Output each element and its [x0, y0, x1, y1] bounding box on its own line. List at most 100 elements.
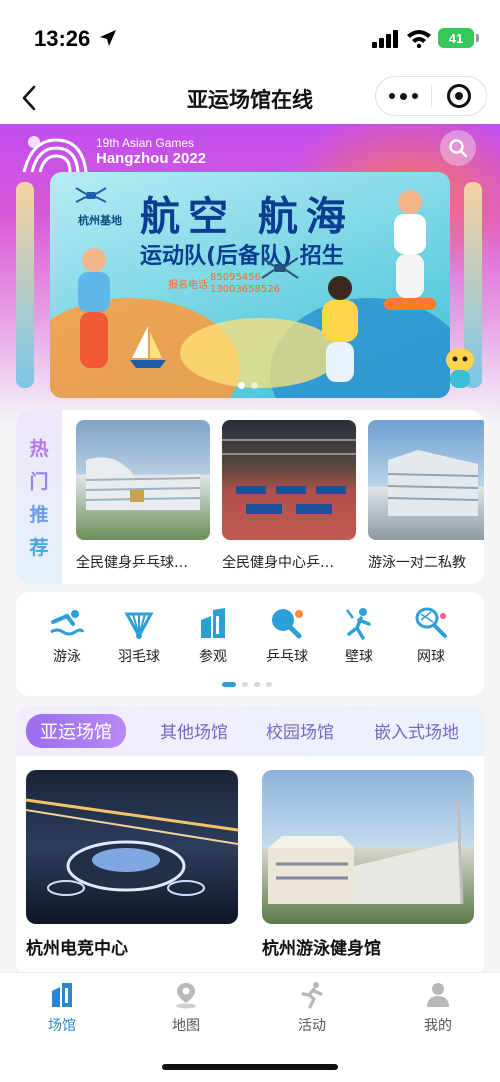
hot-recommend-tag: 热 门 推 荐	[16, 410, 62, 584]
category-pingpong[interactable]: 乒乓球	[256, 606, 318, 666]
hot-item-image	[76, 420, 210, 540]
building-icon	[201, 608, 225, 638]
category-label: 羽毛球	[118, 649, 160, 665]
venue-image	[26, 770, 238, 924]
signal-icon	[372, 30, 398, 48]
banner-pagination	[238, 382, 258, 389]
banner-title: 航空 航海	[140, 194, 354, 240]
tab-profile[interactable]: 我的	[388, 981, 488, 1035]
promo-banner[interactable]: 杭州基地 航空 航海 运动队(后备队) 招生 报名电话 85095456 130…	[50, 172, 450, 398]
status-time: 13:26	[34, 26, 91, 51]
tab-embedded-venues[interactable]: 嵌入式场地	[374, 718, 459, 743]
page-dot	[254, 682, 260, 687]
battery-cap	[476, 34, 479, 42]
dot	[412, 93, 418, 99]
category-visit[interactable]: 参观	[182, 606, 244, 666]
hot-item-card[interactable]: 全民健身中心乒…	[222, 420, 356, 572]
wifi-icon	[407, 30, 431, 48]
category-label: 游泳	[53, 649, 81, 665]
tab-asian-games-venues[interactable]: 亚运场馆	[26, 714, 126, 748]
mascot-icon	[446, 348, 474, 388]
nav-bar: 亚运场馆在线	[0, 72, 500, 124]
venue-card[interactable]: 杭州游泳健身馆	[262, 770, 474, 959]
logo-text-line1: 19th Asian Games	[96, 136, 195, 150]
running-person-icon	[301, 982, 323, 1009]
close-target-button[interactable]	[432, 77, 486, 115]
hot-item-image	[368, 420, 484, 540]
swim-icon	[50, 610, 85, 636]
hot-item-name: 游泳一对二私教	[368, 555, 466, 571]
hot-tag-char: 热	[29, 438, 49, 460]
venue-building-icon	[52, 983, 72, 1007]
tab-activities[interactable]: 活动	[262, 981, 362, 1035]
category-swim[interactable]: 游泳	[36, 606, 98, 666]
location-arrow-icon	[100, 30, 116, 46]
tab-campus-venues[interactable]: 校园场馆	[266, 718, 334, 743]
tab-map[interactable]: 地图	[136, 981, 236, 1035]
hot-tag-char: 荐	[29, 537, 49, 559]
sailboat-icon	[130, 326, 166, 368]
category-squash[interactable]: 壁球	[328, 606, 390, 666]
category-tennis[interactable]: 网球	[400, 606, 462, 666]
mini-program-capsule	[375, 76, 487, 116]
hot-tag-char: 推	[29, 504, 49, 526]
person-illustration-icon	[322, 276, 358, 382]
esports-center-photo	[26, 798, 238, 896]
page-dot	[242, 682, 248, 687]
tab-other-venues[interactable]: 其他场馆	[160, 718, 228, 743]
hot-item-card[interactable]: 全民健身乒乓球…	[76, 420, 210, 572]
venue-card[interactable]: 杭州电竞中心	[26, 770, 238, 959]
squash-icon	[346, 608, 371, 640]
target-icon	[446, 84, 471, 108]
carousel-prev-card[interactable]	[16, 182, 34, 388]
category-label: 网球	[417, 649, 445, 665]
search-button[interactable]	[440, 130, 476, 166]
page-dot	[238, 382, 245, 389]
person-illustration-icon	[78, 248, 110, 368]
category-badminton[interactable]: 羽毛球	[108, 606, 170, 666]
venue-tab-bar: 亚运场馆 其他场馆 校园场馆 嵌入式场地	[16, 706, 484, 756]
hot-item-image	[222, 420, 356, 540]
hot-item-name: 全民健身乒乓球…	[76, 555, 188, 571]
tab-label: 场馆	[48, 1018, 76, 1034]
venue-name: 杭州游泳健身馆	[262, 939, 381, 959]
banner-subtitle: 运动队(后备队) 招生	[140, 244, 344, 269]
page-dot	[251, 382, 258, 389]
category-pagination	[222, 682, 272, 687]
category-label: 乒乓球	[266, 649, 308, 665]
hot-recommend-section: 热 门 推 荐 全民健身乒乓球… 全民健身中心乒… 游泳一对二私教	[16, 410, 484, 584]
hot-tag-char: 门	[29, 471, 49, 493]
hero-section: 19th Asian Games Hangzhou 2022 杭州基地 航空 航…	[0, 124, 500, 424]
hot-item-card[interactable]: 游泳一对二私教	[368, 420, 484, 572]
dot	[389, 93, 395, 99]
logo-text-line2: Hangzhou 2022	[96, 150, 207, 167]
banner-phone-2: 13003658526	[210, 284, 280, 295]
badminton-icon	[124, 612, 154, 640]
battery-indicator: 41	[438, 28, 474, 48]
hot-item-name: 全民健身中心乒…	[222, 555, 334, 571]
search-icon	[449, 139, 468, 158]
building-photo	[387, 450, 479, 516]
map-pin-icon	[176, 983, 196, 1009]
home-indicator[interactable]	[162, 1064, 338, 1070]
venue-section: 亚运场馆 其他场馆 校园场馆 嵌入式场地 杭州电竞中心 杭州游泳健身馆	[16, 706, 484, 976]
swimming-hall-photo	[268, 799, 464, 905]
venue-name: 杭州电竞中心	[26, 939, 128, 959]
tab-venues[interactable]: 场馆	[12, 981, 112, 1035]
battery-level: 41	[448, 30, 464, 46]
more-dots-button[interactable]	[376, 77, 431, 115]
drone-icon	[261, 257, 299, 279]
category-label: 壁球	[345, 649, 373, 665]
banner-phone-label: 报名电话	[168, 280, 208, 291]
status-bar: 13:26 41	[0, 0, 500, 72]
user-icon	[427, 983, 449, 1007]
building-photo	[85, 457, 201, 510]
dot	[400, 92, 407, 100]
tennis-icon	[415, 607, 447, 638]
venue-image	[262, 770, 474, 924]
page-dot	[222, 682, 236, 687]
person-illustration-icon	[384, 190, 436, 310]
tab-label: 活动	[298, 1018, 326, 1034]
drone-icon	[75, 187, 107, 203]
pingpong-icon	[272, 609, 303, 639]
